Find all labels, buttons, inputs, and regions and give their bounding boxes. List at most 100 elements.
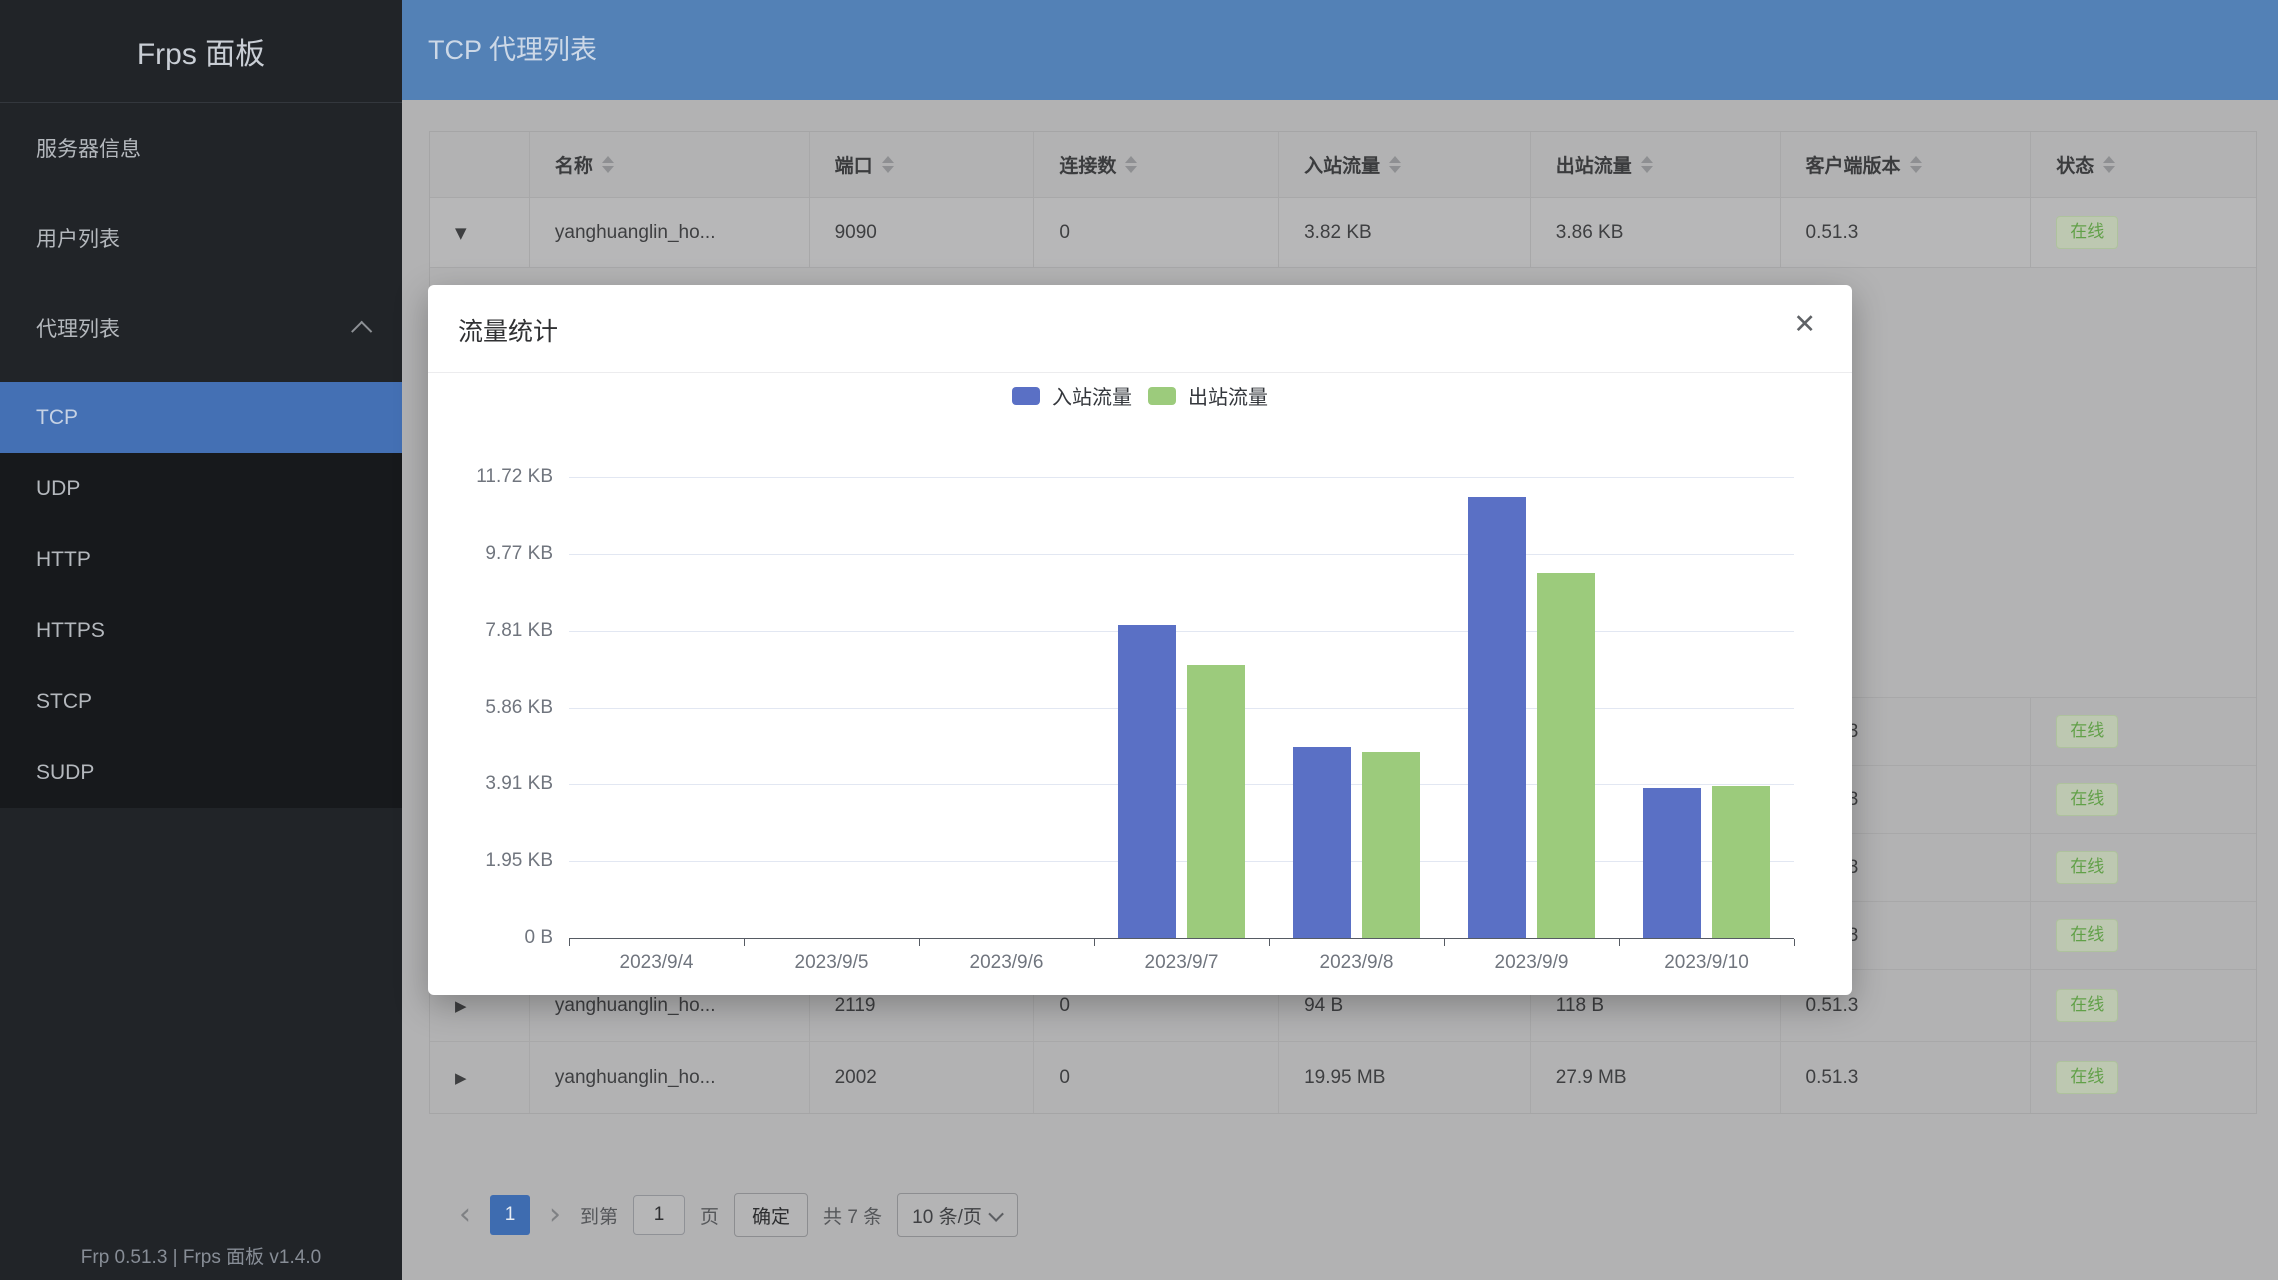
expand-cell: ▼ (430, 198, 530, 267)
name-cell: yanghuanglin_ho... (530, 1042, 810, 1113)
sort-caret-icon (1641, 156, 1653, 173)
gridline (569, 631, 1794, 632)
submenu-label: STCP (36, 690, 92, 714)
page-size-value: 10 条/页 (912, 1202, 982, 1229)
status-cell: 在线 (2031, 698, 2256, 765)
status-badge: 在线 (2056, 851, 2118, 883)
divider (428, 372, 1852, 373)
sidebar-item-label: 代理列表 (36, 313, 120, 343)
sidebar-item-user-list[interactable]: 用户列表 (0, 202, 402, 274)
page-1-button[interactable]: 1 (490, 1195, 530, 1235)
sidebar-menu: 服务器信息 用户列表 代理列表 TCP UDP HTTP HTTPS STCP … (0, 103, 402, 808)
column-header-label: 入站流量 (1304, 151, 1380, 178)
submenu-item-http[interactable]: HTTP (0, 524, 402, 595)
bar-outbound (1712, 786, 1770, 938)
bar-inbound (1293, 747, 1351, 938)
column-expand (430, 132, 530, 197)
y-axis-tick-label: 7.81 KB (485, 620, 553, 642)
sort-caret-icon (1125, 156, 1137, 173)
status-badge: 在线 (2056, 1061, 2118, 1093)
status-badge: 在线 (2056, 919, 2118, 951)
sidebar-item-label: 用户列表 (36, 223, 120, 253)
expand-row-caret-icon[interactable]: ▶ (455, 1069, 467, 1087)
x-axis-tick (919, 939, 920, 946)
prev-page-button[interactable]: ‹ (455, 1192, 475, 1238)
y-axis-tick-label: 0 B (524, 927, 553, 949)
x-axis-tick (1444, 939, 1445, 946)
status-cell: 在线 (2031, 198, 2256, 267)
column-header-label: 客户端版本 (1806, 151, 1901, 178)
x-axis-tick-label: 2023/9/8 (1320, 952, 1394, 974)
sidebar-item-server-info[interactable]: 服务器信息 (0, 112, 402, 184)
submenu-item-tcp[interactable]: TCP (0, 382, 402, 453)
sidebar-item-proxy-list[interactable]: 代理列表 (0, 292, 402, 364)
status-badge: 在线 (2056, 989, 2118, 1021)
x-axis-tick (569, 939, 570, 946)
submenu-item-udp[interactable]: UDP (0, 453, 402, 524)
x-axis-tick-label: 2023/9/4 (620, 952, 694, 974)
x-axis-tick (1619, 939, 1620, 946)
column-header[interactable]: 状态 (2031, 132, 2256, 197)
gridline (569, 861, 1794, 862)
column-header[interactable]: 端口 (810, 132, 1035, 197)
page-unit-label: 页 (700, 1202, 719, 1229)
bar-inbound (1468, 497, 1526, 938)
column-header[interactable]: 名称 (530, 132, 810, 197)
traffic-out-cell: 3.86 KB (1531, 198, 1781, 267)
next-page-button[interactable]: › (545, 1192, 565, 1238)
legend-item-outbound[interactable]: 出站流量 (1148, 381, 1268, 410)
legend-label-outbound: 出站流量 (1188, 381, 1268, 410)
traffic-in-cell: 19.95 MB (1279, 1042, 1531, 1113)
sort-caret-icon (1389, 156, 1401, 173)
name-cell: yanghuanglin_ho... (530, 198, 810, 267)
sort-caret-icon (882, 156, 894, 173)
status-badge: 在线 (2056, 216, 2118, 248)
collapse-row-caret-icon[interactable]: ▼ (455, 224, 467, 242)
x-axis-tick (1269, 939, 1270, 946)
column-header[interactable]: 连接数 (1034, 132, 1279, 197)
sort-caret-icon (2103, 156, 2115, 173)
confirm-button[interactable]: 确定 (734, 1193, 808, 1237)
chevron-up-icon (351, 320, 372, 341)
app-title: Frps 面板 (0, 0, 402, 103)
sidebar-item-label: 服务器信息 (36, 133, 141, 163)
expand-row-caret-icon[interactable]: ▶ (455, 997, 467, 1015)
column-header[interactable]: 出站流量 (1531, 132, 1781, 197)
x-axis-tick (1794, 939, 1795, 946)
column-header[interactable]: 客户端版本 (1781, 132, 2032, 197)
chart-legend: 入站流量 出站流量 (428, 381, 1852, 410)
x-axis-tick (1094, 939, 1095, 946)
bar-outbound (1187, 665, 1245, 938)
status-badge: 在线 (2056, 783, 2118, 815)
goto-page-input[interactable] (633, 1195, 685, 1235)
y-axis-tick-label: 1.95 KB (485, 850, 553, 872)
table-header-row: 名称 端口连接数入站流量 出站流量客户端版本 状态 (430, 132, 2256, 198)
gridline (569, 784, 1794, 785)
column-header-label: 状态 (2056, 151, 2094, 178)
submenu-item-stcp[interactable]: STCP (0, 666, 402, 737)
x-axis-tick (744, 939, 745, 946)
port-cell: 2002 (810, 1042, 1035, 1113)
total-count-label: 共 7 条 (823, 1202, 882, 1229)
column-header[interactable]: 入站流量 (1279, 132, 1531, 197)
sidebar: Frps 面板 服务器信息 用户列表 代理列表 TCP UDP HTTP HTT… (0, 0, 402, 1280)
status-cell: 在线 (2031, 766, 2256, 833)
status-cell: 在线 (2031, 834, 2256, 901)
goto-label: 到第 (580, 1202, 618, 1229)
submenu-item-https[interactable]: HTTPS (0, 595, 402, 666)
y-axis-tick-label: 3.91 KB (485, 773, 553, 795)
page-size-select[interactable]: 10 条/页 (897, 1193, 1018, 1237)
submenu-label: TCP (36, 406, 78, 430)
sort-caret-icon (1910, 156, 1922, 173)
traffic-stats-dialog: 流量统计 ✕ 入站流量 出站流量 0 B1.95 KB3.91 KB5.86 K… (428, 285, 1852, 995)
chevron-down-icon (988, 1206, 1004, 1222)
bar-outbound (1537, 573, 1595, 938)
x-axis-tick-label: 2023/9/5 (795, 952, 869, 974)
legend-item-inbound[interactable]: 入站流量 (1012, 381, 1132, 410)
column-header-label: 名称 (555, 151, 593, 178)
gridline (569, 554, 1794, 555)
y-axis-tick-label: 11.72 KB (476, 466, 553, 488)
submenu-label: HTTP (36, 548, 91, 572)
submenu-item-sudp[interactable]: SUDP (0, 737, 402, 808)
close-icon[interactable]: ✕ (1793, 309, 1816, 340)
